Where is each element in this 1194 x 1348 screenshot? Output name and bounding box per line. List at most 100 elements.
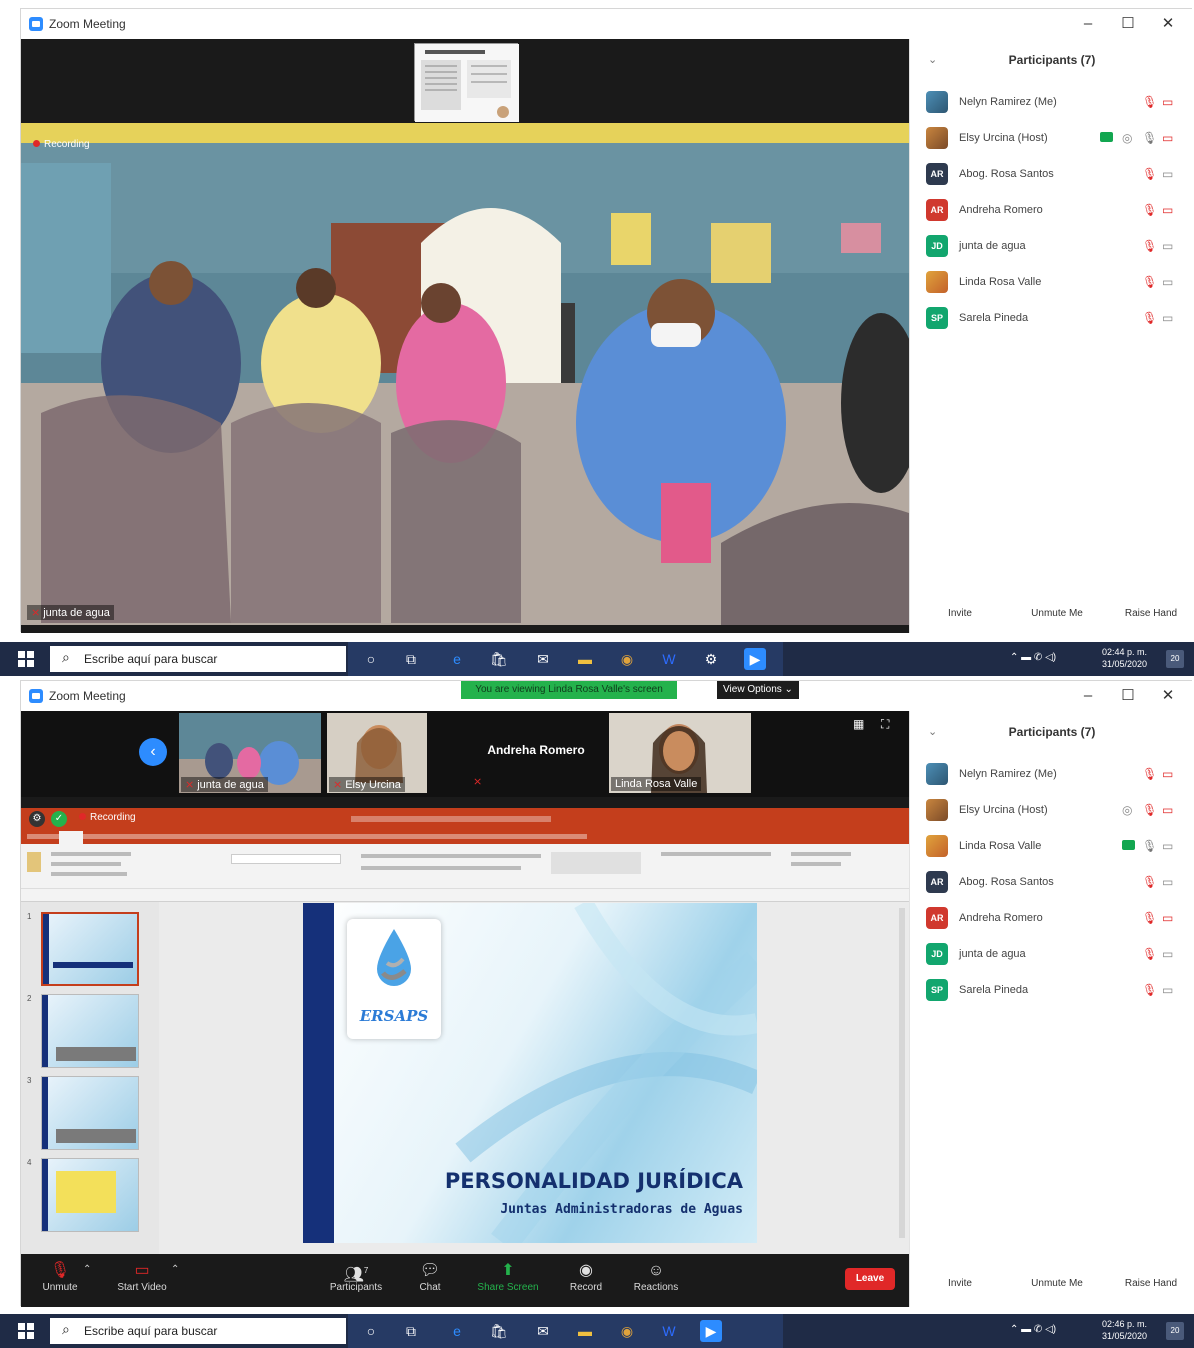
mic-muted-icon[interactable]: 🎙︎: [1142, 166, 1157, 182]
participant-row[interactable]: SP Sarela Pineda 🎙︎ ▭: [910, 301, 1194, 337]
maximize-button[interactable]: ☐: [1111, 13, 1145, 35]
store-icon[interactable]: 🛍︎: [488, 648, 510, 670]
prev-page-icon[interactable]: ‹: [139, 738, 167, 766]
ribbon-tabs[interactable]: [21, 830, 909, 844]
mic-muted-icon[interactable]: 🎙︎: [1142, 238, 1157, 254]
word-icon[interactable]: W: [658, 648, 680, 670]
notifications-icon[interactable]: 20: [1166, 1322, 1184, 1340]
video-thumbnail[interactable]: ⨯ junta de agua: [179, 713, 321, 793]
chat-button[interactable]: 💬︎ Chat: [395, 1260, 465, 1293]
mic-on-icon[interactable]: 🎙︎: [1142, 838, 1157, 854]
layout-icon[interactable]: ▦: [853, 717, 864, 731]
shared-slide-thumbnail[interactable]: [414, 43, 519, 122]
word-icon[interactable]: W: [658, 1320, 680, 1342]
cortana-icon[interactable]: ○: [360, 648, 382, 670]
mic-muted-icon[interactable]: 🎙︎: [1142, 874, 1157, 890]
window-title: Zoom Meeting: [49, 17, 126, 31]
raise-hand-button[interactable]: Raise Hand: [1118, 1273, 1184, 1293]
system-tray-icons[interactable]: ⌃ ▬ ✆ ◁): [1010, 1324, 1056, 1335]
system-tray-icons[interactable]: ⌃ ▬ ✆ ◁): [1010, 652, 1056, 663]
edge-icon[interactable]: e: [446, 648, 468, 670]
slide-thumbnail[interactable]: [41, 1076, 139, 1150]
reactions-button[interactable]: ☺ Reactions: [621, 1260, 691, 1293]
task-view-icon[interactable]: ⧉: [400, 648, 422, 670]
settings-icon[interactable]: ⚙: [29, 811, 45, 827]
cortana-icon[interactable]: ○: [360, 1320, 382, 1342]
participant-row[interactable]: AR Andreha Romero 🎙︎ ▭: [910, 193, 1194, 229]
mic-muted-icon[interactable]: 🎙︎: [1142, 94, 1157, 110]
participant-row[interactable]: AR Andreha Romero 🎙︎ ▭: [910, 901, 1194, 937]
participant-row[interactable]: Elsy Urcina (Host) ◎ 🎙︎ ▭: [910, 793, 1194, 829]
video-options-chevron[interactable]: ⌃: [171, 1264, 179, 1275]
edge-icon[interactable]: e: [446, 1320, 468, 1342]
taskbar-search-box[interactable]: ⌕ Escribe aquí para buscar: [50, 646, 346, 672]
unmute-me-button[interactable]: Unmute Me: [1022, 1273, 1092, 1293]
taskbar-clock[interactable]: 02:44 p. m. 31/05/2020: [1102, 646, 1147, 670]
taskbar-search-box[interactable]: ⌕ Escribe aquí para buscar: [50, 1318, 346, 1344]
mail-icon[interactable]: ✉: [532, 1320, 554, 1342]
video-thumbnail[interactable]: ⨯ Elsy Urcina: [327, 713, 427, 793]
invite-button[interactable]: Invite: [940, 603, 980, 623]
files-icon[interactable]: ▬: [574, 1320, 596, 1342]
store-icon[interactable]: 🛍︎: [488, 1320, 510, 1342]
participants-button[interactable]: 👥︎7 Participants: [321, 1260, 391, 1293]
minimize-button[interactable]: –: [1071, 685, 1105, 707]
shared-screen[interactable]: ⚙ ✓ Recording 1 2 3 4 ERSAPS PERSONALIDA…: [21, 808, 909, 1254]
taskbar-clock[interactable]: 02:46 p. m. 31/05/2020: [1102, 1318, 1147, 1342]
invite-button[interactable]: Invite: [940, 1273, 980, 1293]
screenshot-2: Zoom Meeting You are viewing Linda Rosa …: [0, 676, 1194, 1348]
vertical-scrollbar[interactable]: [899, 908, 905, 1238]
participant-row[interactable]: Linda Rosa Valle 🎙︎ ▭: [910, 265, 1194, 301]
zoom-taskbar-icon[interactable]: ▶: [744, 648, 766, 670]
participant-row[interactable]: Nelyn Ramirez (Me) 🎙︎ ▭: [910, 85, 1194, 121]
mic-muted-icon[interactable]: 🎙︎: [1142, 802, 1157, 818]
unmute-me-button[interactable]: Unmute Me: [1022, 603, 1092, 623]
mic-muted-icon[interactable]: 🎙︎: [1142, 202, 1157, 218]
mail-icon[interactable]: ✉: [532, 648, 554, 670]
zoom-taskbar-icon[interactable]: ▶: [700, 1320, 722, 1342]
slide-thumbnail[interactable]: [41, 1158, 139, 1232]
participant-row[interactable]: Linda Rosa Valle 🎙︎ ▭: [910, 829, 1194, 865]
mic-muted-icon[interactable]: 🎙︎: [1142, 766, 1157, 782]
mic-muted-icon[interactable]: 🎙︎: [1142, 274, 1157, 290]
slide-thumbnail[interactable]: [41, 994, 139, 1068]
mic-muted-icon[interactable]: 🎙︎: [1142, 910, 1157, 926]
participant-row[interactable]: SP Sarela Pineda 🎙︎ ▭: [910, 973, 1194, 1009]
raise-hand-button[interactable]: Raise Hand: [1118, 603, 1184, 623]
participant-row[interactable]: AR Abog. Rosa Santos 🎙︎ ▭: [910, 157, 1194, 193]
mic-muted-icon[interactable]: 🎙︎: [1142, 982, 1157, 998]
current-slide[interactable]: ERSAPS PERSONALIDAD JURÍDICA Juntas Admi…: [303, 903, 757, 1243]
close-button[interactable]: ✕: [1151, 13, 1185, 35]
notifications-icon[interactable]: 20: [1166, 650, 1184, 668]
view-options-button[interactable]: View Options ⌄: [717, 681, 799, 699]
mic-on-icon[interactable]: 🎙︎: [1142, 130, 1157, 146]
chrome-icon[interactable]: ◉: [616, 648, 638, 670]
participant-row[interactable]: Elsy Urcina (Host) ◎ 🎙︎ ▭: [910, 121, 1194, 157]
video-thumbnail[interactable]: Andreha Romero ⨯: [469, 713, 603, 793]
audio-options-chevron[interactable]: ⌃: [83, 1264, 91, 1275]
record-button[interactable]: ◉ Record: [551, 1260, 621, 1293]
mic-muted-icon[interactable]: 🎙︎: [1142, 310, 1157, 326]
windows-start-icon[interactable]: [18, 1323, 34, 1339]
leave-button[interactable]: Leave: [845, 1268, 895, 1290]
task-view-icon[interactable]: ⧉: [400, 1320, 422, 1342]
active-speaker-video[interactable]: [21, 123, 909, 625]
settings-icon[interactable]: ⚙: [700, 648, 722, 670]
fullscreen-icon[interactable]: ⛶: [881, 717, 889, 732]
start-video-button[interactable]: ▭ Start Video: [107, 1260, 177, 1293]
participant-row[interactable]: Nelyn Ramirez (Me) 🎙︎ ▭: [910, 757, 1194, 793]
close-button[interactable]: ✕: [1151, 685, 1185, 707]
participant-row[interactable]: AR Abog. Rosa Santos 🎙︎ ▭: [910, 865, 1194, 901]
maximize-button[interactable]: ☐: [1111, 685, 1145, 707]
mic-muted-icon[interactable]: 🎙︎: [1142, 946, 1157, 962]
slide-thumbnail[interactable]: [41, 912, 139, 986]
minimize-button[interactable]: –: [1071, 13, 1105, 35]
video-thumbnail[interactable]: Linda Rosa Valle: [609, 713, 751, 793]
participant-row[interactable]: JD junta de agua 🎙︎ ▭: [910, 937, 1194, 973]
participant-row[interactable]: JD junta de agua 🎙︎ ▭: [910, 229, 1194, 265]
chrome-icon[interactable]: ◉: [616, 1320, 638, 1342]
ribbon-toolbar[interactable]: [21, 844, 909, 902]
files-icon[interactable]: ▬: [574, 648, 596, 670]
share-screen-button[interactable]: ⬆ Share Screen: [473, 1260, 543, 1293]
windows-start-icon[interactable]: [18, 651, 34, 667]
